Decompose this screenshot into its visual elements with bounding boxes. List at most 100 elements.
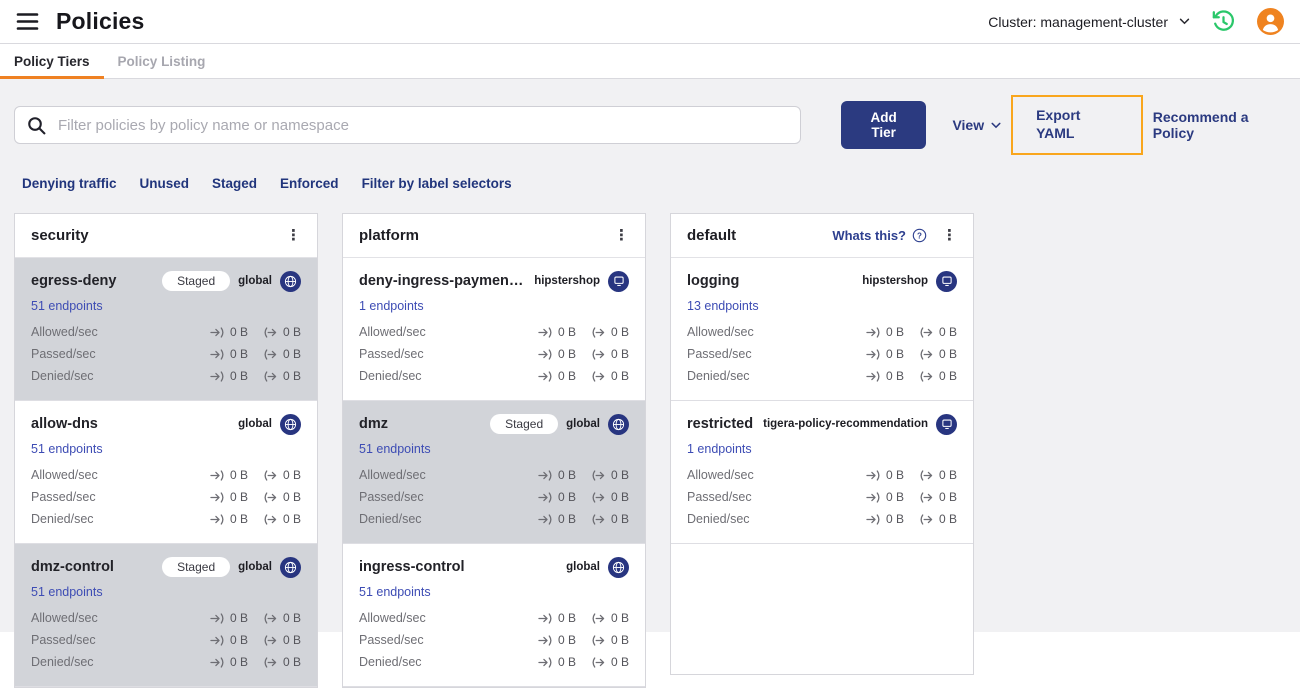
policy-card[interactable]: ingress-control global 51 endpoints Allo…	[343, 544, 645, 687]
metric-row: Denied/sec 0 B 0 B	[359, 508, 629, 530]
policy-name: deny-ingress-paymentservi…	[359, 273, 529, 289]
ingress-arrow-icon	[538, 612, 552, 624]
policy-card[interactable]: logging hipstershop 13 endpoints Allowed…	[671, 258, 973, 401]
tier-board: security ⋮ egress-deny Staged global 51 …	[14, 213, 1286, 688]
egress-value: 0 B	[610, 347, 629, 361]
metric-row: Denied/sec 0 B 0 B	[687, 365, 957, 387]
metric-row: Allowed/sec 0 B 0 B	[687, 464, 957, 486]
ingress-value: 0 B	[229, 347, 248, 361]
ingress-metric: 0 B	[538, 490, 576, 504]
egress-metric: 0 B	[919, 468, 957, 482]
whats-this-link[interactable]: Whats this? ?	[832, 228, 927, 243]
tab-policy-tiers[interactable]: Policy Tiers	[0, 44, 104, 79]
policy-filter-input[interactable]	[56, 115, 789, 135]
egress-arrow-icon	[264, 370, 277, 382]
policy-scope-label: global	[238, 418, 272, 430]
ingress-metric: 0 B	[866, 490, 904, 504]
filter-unused[interactable]: Unused	[140, 176, 190, 191]
policy-card[interactable]: allow-dns global 51 endpoints Allowed/se…	[15, 401, 317, 544]
egress-arrow-icon	[920, 326, 933, 338]
ingress-value: 0 B	[557, 512, 576, 526]
tab-policy-tiers-label: Policy Tiers	[14, 53, 90, 69]
view-button[interactable]: View	[952, 117, 1001, 133]
tier-name: default	[687, 227, 737, 244]
policy-card[interactable]: restricted tigera-policy-recommendation …	[671, 401, 973, 544]
egress-metric: 0 B	[591, 512, 629, 526]
cluster-selector[interactable]: Cluster: management-cluster	[988, 14, 1190, 30]
ingress-metric: 0 B	[866, 369, 904, 383]
metric-row: Denied/sec 0 B 0 B	[31, 508, 301, 530]
tier-menu-icon[interactable]: ⋮	[935, 227, 964, 244]
metric-row: Allowed/sec 0 B 0 B	[687, 321, 957, 343]
policy-card[interactable]: dmz-control Staged global 51 endpoints A…	[15, 544, 317, 687]
metric-row: Allowed/sec 0 B 0 B	[359, 321, 629, 343]
endpoints-link[interactable]: 51 endpoints	[31, 585, 103, 599]
metric-label: Passed/sec	[31, 347, 96, 361]
ingress-value: 0 B	[885, 369, 904, 383]
whats-this-label: Whats this?	[832, 228, 906, 243]
tier-name: security	[31, 227, 89, 244]
filter-staged[interactable]: Staged	[212, 176, 257, 191]
egress-value: 0 B	[610, 490, 629, 504]
metrics-list: Allowed/sec 0 B0 B Passed/sec 0 B0 B Denied/…	[687, 464, 957, 530]
policy-name: allow-dns	[31, 416, 98, 432]
policy-card[interactable]: deny-ingress-paymentservi… hipstershop 1…	[343, 258, 645, 401]
egress-metric: 0 B	[919, 325, 957, 339]
endpoints-link[interactable]: 1 endpoints	[359, 299, 424, 313]
svg-text:?: ?	[917, 231, 922, 240]
ingress-metric: 0 B	[538, 468, 576, 482]
export-yaml-button[interactable]: Export YAML	[1036, 107, 1080, 141]
egress-arrow-icon	[592, 326, 605, 338]
egress-value: 0 B	[610, 633, 629, 647]
recommend-policy-button[interactable]: Recommend a Policy	[1153, 109, 1286, 141]
policy-card[interactable]: dmz Staged global 51 endpoints Allowed/s…	[343, 401, 645, 544]
ingress-arrow-icon	[210, 634, 224, 646]
endpoints-link[interactable]: 51 endpoints	[31, 299, 103, 313]
hamburger-menu-icon[interactable]	[16, 12, 39, 31]
tier-menu-icon[interactable]: ⋮	[279, 227, 308, 244]
user-avatar-icon[interactable]	[1257, 8, 1284, 35]
policy-name: dmz-control	[31, 559, 114, 575]
tier-panel: security ⋮ egress-deny Staged global 51 …	[14, 213, 318, 688]
chevron-down-icon	[991, 122, 1001, 128]
filter-denying-traffic[interactable]: Denying traffic	[22, 176, 117, 191]
endpoints-link[interactable]: 1 endpoints	[687, 442, 752, 456]
ingress-arrow-icon	[538, 491, 552, 503]
filter-label-selectors[interactable]: Filter by label selectors	[362, 176, 512, 191]
metric-label: Passed/sec	[31, 633, 96, 647]
ingress-metric: 0 B	[210, 468, 248, 482]
add-tier-button[interactable]: Add Tier	[840, 101, 927, 149]
ingress-value: 0 B	[557, 347, 576, 361]
egress-metric: 0 B	[591, 611, 629, 625]
tier-header: security ⋮	[15, 214, 317, 258]
tier-header: platform ⋮	[343, 214, 645, 258]
endpoints-link[interactable]: 13 endpoints	[687, 299, 759, 313]
tier-menu-icon[interactable]: ⋮	[607, 227, 636, 244]
staged-badge: Staged	[162, 271, 231, 291]
egress-value: 0 B	[282, 490, 301, 504]
tab-policy-listing[interactable]: Policy Listing	[104, 44, 220, 78]
policy-card[interactable]: egress-deny Staged global 51 endpoints A…	[15, 258, 317, 401]
endpoints-link[interactable]: 51 endpoints	[359, 585, 431, 599]
metric-label: Allowed/sec	[359, 611, 426, 625]
egress-metric: 0 B	[919, 369, 957, 383]
ingress-arrow-icon	[866, 326, 880, 338]
tier-header: default Whats this? ? ⋮	[671, 214, 973, 258]
endpoints-link[interactable]: 51 endpoints	[31, 442, 103, 456]
egress-metric: 0 B	[263, 369, 301, 383]
history-icon[interactable]	[1210, 8, 1237, 35]
metric-label: Passed/sec	[359, 633, 424, 647]
filter-enforced[interactable]: Enforced	[280, 176, 339, 191]
policy-name: logging	[687, 273, 740, 289]
ingress-arrow-icon	[866, 469, 880, 481]
metric-label: Allowed/sec	[31, 468, 98, 482]
ingress-arrow-icon	[210, 469, 224, 481]
ingress-metric: 0 B	[210, 347, 248, 361]
egress-arrow-icon	[264, 326, 277, 338]
endpoints-link[interactable]: 51 endpoints	[359, 442, 431, 456]
policy-list: logging hipstershop 13 endpoints Allowed…	[671, 258, 973, 544]
tab-policy-listing-label: Policy Listing	[117, 53, 206, 69]
egress-metric: 0 B	[263, 611, 301, 625]
main-content: Add Tier View Export YAML Recommend a Po…	[0, 79, 1300, 688]
egress-value: 0 B	[282, 347, 301, 361]
